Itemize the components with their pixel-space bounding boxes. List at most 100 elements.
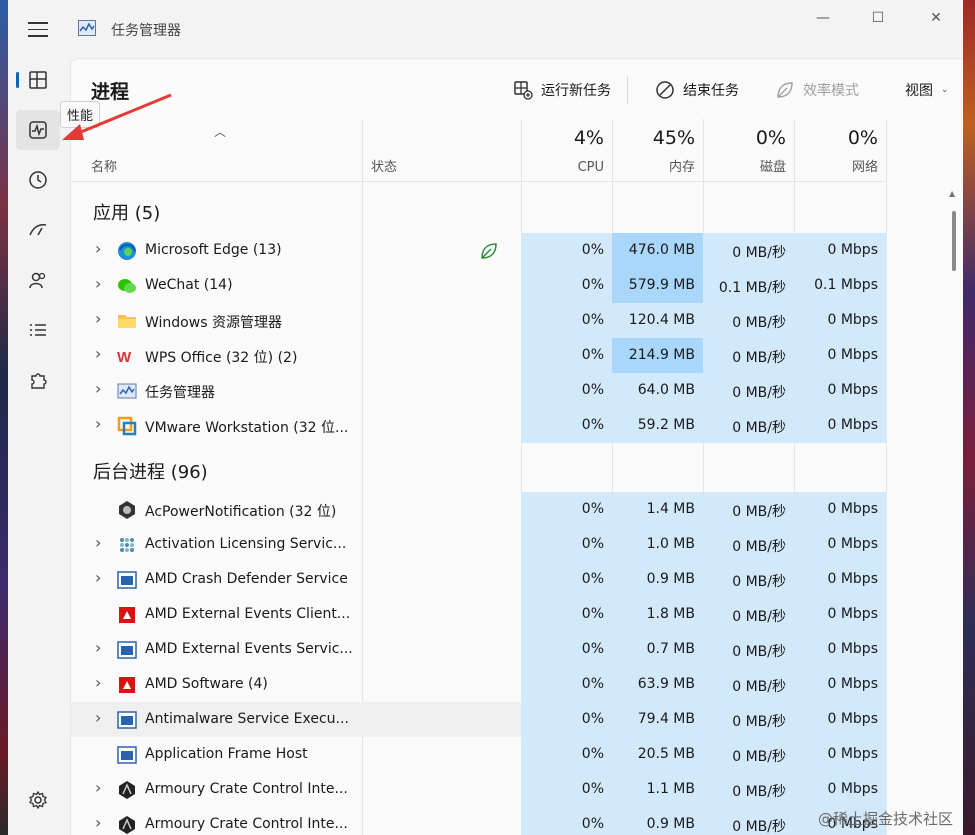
memory-cell: 63.9 MB <box>612 667 703 702</box>
task-manager-app-icon <box>78 20 96 36</box>
memory-cell: 579.9 MB <box>612 268 703 303</box>
minimize-button[interactable]: — <box>803 10 843 30</box>
expand-chevron-icon[interactable]: › <box>95 533 101 552</box>
efficiency-mode-button[interactable]: 效率模式 <box>775 76 859 104</box>
process-name: AMD Crash Defender Service <box>145 571 348 587</box>
armoury-icon <box>117 780 137 800</box>
maximize-button[interactable]: ☐ <box>858 10 898 30</box>
disk-cell: 0 MB/秒 <box>703 597 794 632</box>
vertical-scrollbar[interactable]: ▲ <box>949 189 957 829</box>
process-row[interactable]: › Armoury Crate Control Inte... 0% 0.9 MB 0 … <box>71 807 886 835</box>
disk-label: 磁盘 <box>759 160 786 175</box>
column-header-disk[interactable]: 0% 磁盘 <box>703 119 794 181</box>
network-cell: 0 Mbps <box>794 702 886 737</box>
process-row[interactable]: › Activation Licensing Servic... 0% 1.0 MB 0… <box>71 527 886 562</box>
expand-chevron-icon[interactable]: › <box>95 344 101 363</box>
process-row[interactable]: AMD External Events Client... 0% 1.8 MB 0 M… <box>71 597 886 632</box>
process-name: Activation Licensing Servic... <box>145 536 347 552</box>
settings-gear-icon[interactable] <box>28 790 48 814</box>
column-header-status[interactable]: 状态 <box>362 119 521 181</box>
expand-chevron-icon[interactable]: › <box>95 379 101 398</box>
disk-cell: 0 MB/秒 <box>703 632 794 667</box>
process-name: Windows 资源管理器 <box>145 315 282 331</box>
history-icon <box>29 171 47 189</box>
expand-chevron-icon[interactable]: › <box>95 813 101 832</box>
vmware-icon <box>117 416 137 436</box>
process-name: VMware Workstation (32 位... <box>145 420 349 436</box>
task-manager-icon <box>117 381 137 401</box>
process-row[interactable]: › AMD External Events Servic... 0% 0.7 MB 0 … <box>71 632 886 667</box>
process-row[interactable]: › Antimalware Service Execu... 0% 79.4 MB 0 … <box>71 702 886 737</box>
efficiency-mode-label: 效率模式 <box>803 83 859 99</box>
nav-users[interactable] <box>16 260 60 300</box>
memory-cell: 20.5 MB <box>612 737 703 772</box>
nav-details[interactable] <box>16 310 60 350</box>
process-row[interactable]: › Windows 资源管理器 0% 120.4 MB 0 MB/秒 0 Mbps <box>71 303 886 338</box>
close-button[interactable]: ✕ <box>916 10 956 30</box>
processes-icon <box>29 71 47 89</box>
nav-performance[interactable] <box>16 110 60 150</box>
expand-chevron-icon[interactable]: › <box>95 274 101 293</box>
view-dropdown[interactable]: 视图 ⌄ <box>905 76 949 104</box>
expand-chevron-icon[interactable]: › <box>95 708 101 727</box>
process-name: WeChat (14) <box>145 277 233 293</box>
process-row[interactable]: AcPowerNotification (32 位) 0% 1.4 MB 0 MB/秒… <box>71 492 886 527</box>
column-header-network[interactable]: 0% 网络 <box>794 119 886 181</box>
cpu-cell: 0% <box>521 233 612 268</box>
cpu-cell: 0% <box>521 338 612 373</box>
expand-chevron-icon[interactable]: › <box>95 568 101 587</box>
disk-cell: 0 MB/秒 <box>703 373 794 408</box>
folder-icon <box>117 311 137 331</box>
process-row[interactable]: › Microsoft Edge (13) 0% 476.0 MB 0 MB/秒 0 Mb… <box>71 233 886 268</box>
end-task-icon <box>656 81 674 99</box>
cpu-cell: 0% <box>521 373 612 408</box>
page-title: 进程 <box>91 81 130 103</box>
nav-processes[interactable] <box>16 60 60 100</box>
nav-app-history[interactable] <box>16 160 60 200</box>
column-header-memory[interactable]: 45% 内存 <box>612 119 703 181</box>
expand-chevron-icon[interactable]: › <box>95 414 101 433</box>
memory-cell: 0.9 MB <box>612 562 703 597</box>
column-header-cpu[interactable]: 4% CPU <box>521 119 612 181</box>
memory-total-value: 45% <box>652 127 695 149</box>
memory-cell: 476.0 MB <box>612 233 703 268</box>
process-row[interactable]: › W WPS Office (32 位) (2) 0% 214.9 MB 0 MB/秒 0… <box>71 338 886 373</box>
expand-chevron-icon[interactable]: › <box>95 239 101 258</box>
scroll-up-arrow-icon[interactable]: ▲ <box>949 189 955 198</box>
armoury-icon <box>117 815 137 835</box>
cpu-cell: 0% <box>521 268 612 303</box>
process-row[interactable]: › WeChat (14) 0% 579.9 MB 0.1 MB/秒 0.1 Mbps <box>71 268 886 303</box>
hamburger-menu-icon[interactable] <box>28 22 48 38</box>
memory-cell: 1.1 MB <box>612 772 703 807</box>
column-header-name[interactable]: 名称 <box>71 119 362 181</box>
service-icon <box>117 570 137 590</box>
process-row[interactable]: › AMD Software (4) 0% 63.9 MB 0 MB/秒 0 Mbps <box>71 667 886 702</box>
process-row[interactable]: › AMD Crash Defender Service 0% 0.9 MB 0 MB/… <box>71 562 886 597</box>
expand-chevron-icon[interactable]: › <box>95 673 101 692</box>
leaf-icon <box>777 82 793 98</box>
view-label: 视图 <box>905 83 933 99</box>
end-task-button[interactable]: 结束任务 <box>655 76 739 104</box>
expand-chevron-icon[interactable]: › <box>95 638 101 657</box>
process-row[interactable]: › VMware Workstation (32 位... 0% 59.2 MB 0 M… <box>71 408 886 443</box>
process-row[interactable]: Application Frame Host 0% 20.5 MB 0 MB/秒 0 M… <box>71 737 886 772</box>
nav-startup-apps[interactable] <box>16 210 60 250</box>
process-row[interactable]: › Armoury Crate Control Inte... 0% 1.1 MB 0 … <box>71 772 886 807</box>
memory-cell: 59.2 MB <box>612 408 703 443</box>
memory-cell: 64.0 MB <box>612 373 703 408</box>
nav-services[interactable] <box>16 360 60 400</box>
scroll-thumb[interactable] <box>952 211 956 271</box>
process-row[interactable]: › 任务管理器 0% 64.0 MB 0 MB/秒 0 Mbps <box>71 373 886 408</box>
disk-cell: 0 MB/秒 <box>703 408 794 443</box>
power-icon <box>117 500 137 520</box>
memory-cell: 1.8 MB <box>612 597 703 632</box>
run-new-task-button[interactable]: 运行新任务 <box>513 76 611 104</box>
expand-chevron-icon[interactable]: › <box>95 309 101 328</box>
disk-cell: 0 MB/秒 <box>703 303 794 338</box>
disk-cell: 0 MB/秒 <box>703 527 794 562</box>
expand-chevron-icon[interactable]: › <box>95 778 101 797</box>
group-header-background: 后台进程 (96) <box>93 462 208 483</box>
run-task-icon <box>514 81 533 100</box>
disk-cell: 0 MB/秒 <box>703 667 794 702</box>
network-cell: 0 Mbps <box>794 527 886 562</box>
